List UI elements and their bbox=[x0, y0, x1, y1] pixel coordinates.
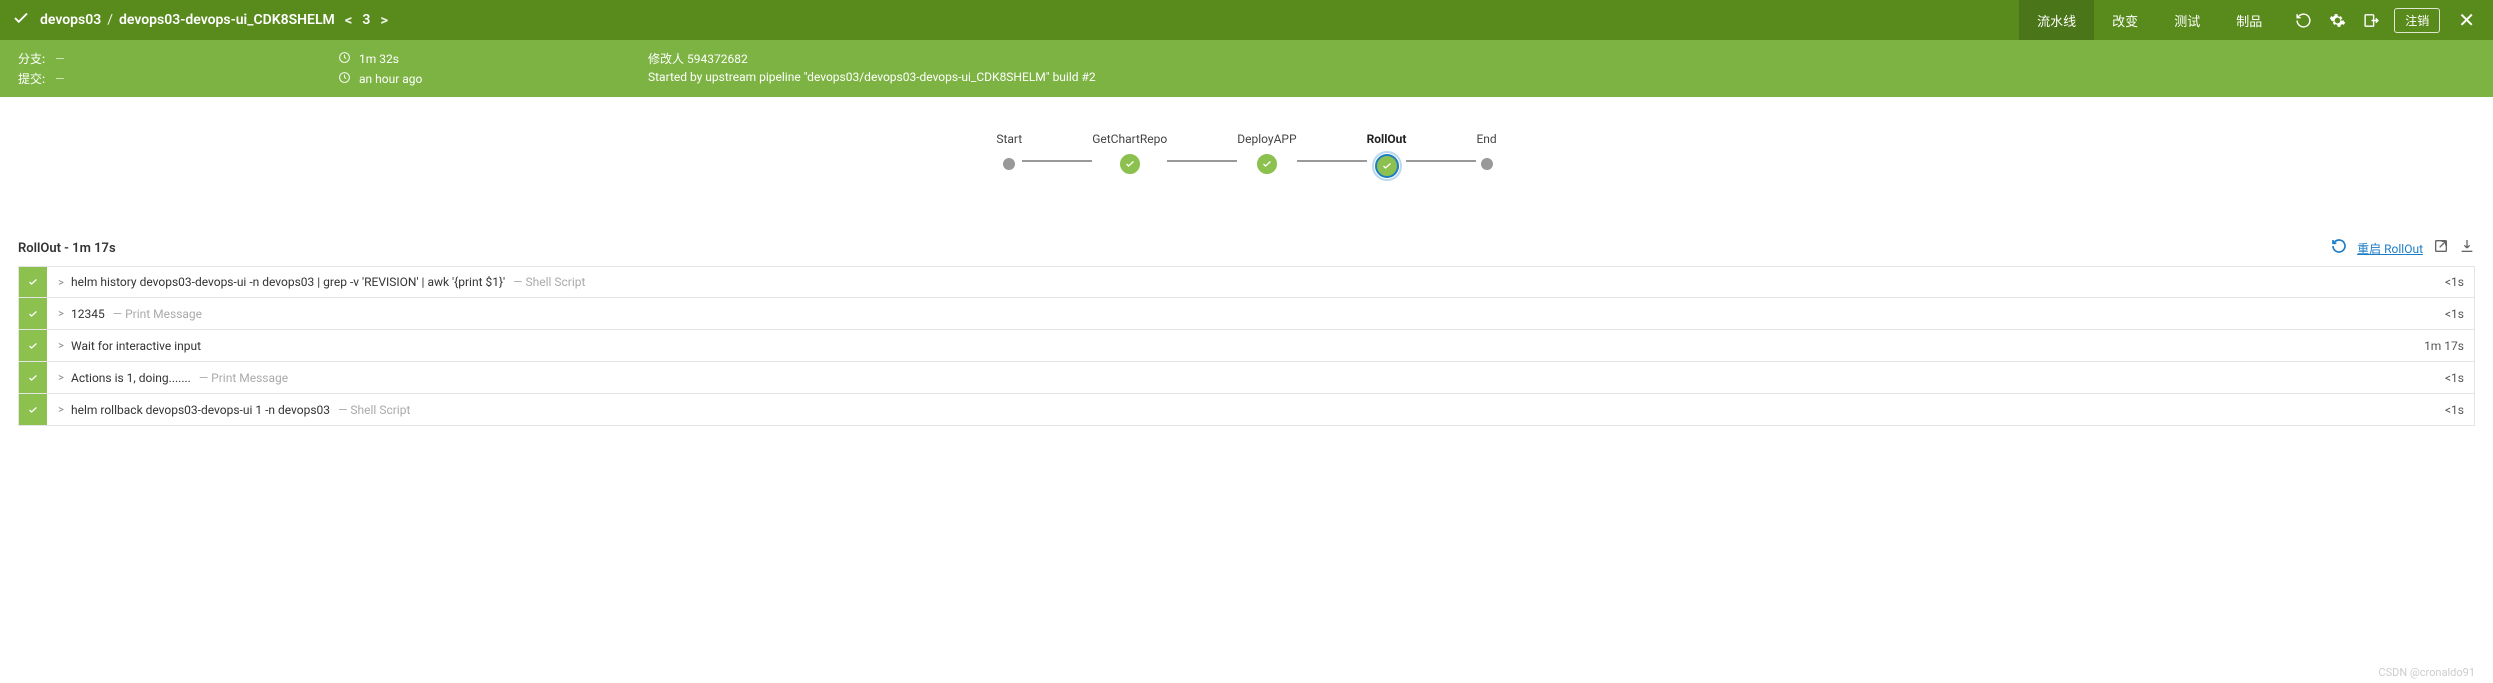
step-meta: — Shell Script bbox=[513, 275, 585, 289]
connector bbox=[1297, 160, 1367, 162]
stage-getchartRepo[interactable]: GetChartRepo bbox=[1092, 132, 1167, 174]
duration-value: 1m 32s bbox=[359, 52, 399, 66]
next-run-icon[interactable]: > bbox=[376, 11, 392, 29]
download-icon[interactable] bbox=[2459, 238, 2475, 258]
chevron-right-icon[interactable]: > bbox=[51, 371, 71, 384]
branch-label: 分支: bbox=[18, 50, 45, 67]
step-status-icon bbox=[19, 362, 47, 393]
step-row[interactable]: >helm history devops03-devops-ui -n devo… bbox=[18, 266, 2475, 298]
close-icon[interactable]: ✕ bbox=[2452, 8, 2481, 32]
tab-artifacts[interactable]: 制品 bbox=[2218, 0, 2280, 40]
step-command: helm history devops03-devops-ui -n devop… bbox=[71, 275, 505, 289]
prev-run-icon[interactable]: < bbox=[341, 11, 357, 29]
tab-tests[interactable]: 测试 bbox=[2156, 0, 2218, 40]
stage-deployapp[interactable]: DeployAPP bbox=[1237, 132, 1296, 174]
clock-icon bbox=[338, 51, 351, 67]
step-duration: 1m 17s bbox=[2424, 339, 2474, 353]
chevron-right-icon[interactable]: > bbox=[51, 339, 71, 352]
step-duration: <1s bbox=[2445, 307, 2474, 321]
author-value: 594372682 bbox=[687, 52, 748, 66]
pipeline-graph: Start GetChartRepo DeployAPP RollOut End bbox=[0, 97, 2493, 238]
connector bbox=[1022, 160, 1092, 162]
step-duration: <1s bbox=[2445, 371, 2474, 385]
exit-icon[interactable] bbox=[2360, 12, 2382, 29]
status-check-icon bbox=[12, 9, 30, 31]
calendar-icon bbox=[338, 71, 351, 87]
header-tabs: 流水线 改变 测试 制品 bbox=[2019, 0, 2280, 40]
stage-end[interactable]: End bbox=[1476, 132, 1496, 170]
stage-title: RollOut - 1m 17s bbox=[18, 241, 116, 256]
stage-node-ok bbox=[1120, 154, 1140, 174]
chevron-right-icon[interactable]: > bbox=[51, 403, 71, 416]
restart-link[interactable]: 重启 RollOut bbox=[2357, 240, 2423, 257]
step-command: helm rollback devops03-devops-ui 1 -n de… bbox=[71, 403, 330, 417]
commit-label: 提交: bbox=[18, 70, 45, 87]
stage-node-end bbox=[1481, 158, 1493, 170]
breadcrumb[interactable]: devops03 / devops03-devops-ui_CDK8SHELM … bbox=[40, 11, 392, 29]
connector bbox=[1167, 160, 1237, 162]
step-meta: — Print Message bbox=[113, 307, 202, 321]
commit-value: — bbox=[55, 72, 64, 86]
breadcrumb-sep: / bbox=[107, 12, 113, 28]
step-duration: <1s bbox=[2445, 275, 2474, 289]
connector bbox=[1406, 160, 1476, 162]
step-status-icon bbox=[19, 394, 47, 425]
breadcrumb-org[interactable]: devops03 bbox=[40, 12, 101, 28]
stage-node-start bbox=[1003, 158, 1015, 170]
branch-value: — bbox=[55, 52, 64, 66]
stage-node-active bbox=[1375, 154, 1399, 178]
step-row[interactable]: >Wait for interactive input 1m 17s bbox=[18, 330, 2475, 362]
step-row[interactable]: >Actions is 1, doing....... — Print Messa… bbox=[18, 362, 2475, 394]
logout-button[interactable]: 注销 bbox=[2394, 8, 2440, 33]
step-row[interactable]: >12345 — Print Message <1s bbox=[18, 298, 2475, 330]
step-status-icon bbox=[19, 330, 47, 361]
author-label: 修改人 bbox=[648, 52, 684, 66]
gear-icon[interactable] bbox=[2326, 12, 2348, 29]
stage-start[interactable]: Start bbox=[996, 132, 1022, 170]
tab-pipeline[interactable]: 流水线 bbox=[2019, 0, 2094, 40]
step-status-icon bbox=[19, 298, 47, 329]
step-command: Wait for interactive input bbox=[71, 339, 201, 353]
chevron-right-icon[interactable]: > bbox=[51, 276, 71, 289]
time-value: an hour ago bbox=[359, 72, 422, 86]
watermark: CSDN @cronaldo91 bbox=[2378, 666, 2475, 679]
breadcrumb-pipeline[interactable]: devops03-devops-ui_CDK8SHELM bbox=[119, 12, 335, 28]
step-meta: — Print Message bbox=[199, 371, 288, 385]
tab-changes[interactable]: 改变 bbox=[2094, 0, 2156, 40]
stage-node-ok bbox=[1257, 154, 1277, 174]
stage-rollout[interactable]: RollOut bbox=[1367, 132, 1407, 178]
trigger-text: Started by upstream pipeline "devops03/d… bbox=[648, 70, 1096, 84]
breadcrumb-run: 3 bbox=[362, 12, 370, 28]
steps-list: >helm history devops03-devops-ui -n devo… bbox=[0, 266, 2493, 426]
restart-icon[interactable] bbox=[2331, 238, 2347, 258]
step-duration: <1s bbox=[2445, 403, 2474, 417]
step-command: Actions is 1, doing....... bbox=[71, 371, 191, 385]
rerun-icon[interactable] bbox=[2292, 12, 2314, 29]
step-row[interactable]: >helm rollback devops03-devops-ui 1 -n d… bbox=[18, 394, 2475, 426]
step-command: 12345 bbox=[71, 307, 105, 321]
step-status-icon bbox=[19, 267, 47, 297]
open-external-icon[interactable] bbox=[2433, 238, 2449, 258]
chevron-right-icon[interactable]: > bbox=[51, 307, 71, 320]
step-meta: — Shell Script bbox=[338, 403, 410, 417]
